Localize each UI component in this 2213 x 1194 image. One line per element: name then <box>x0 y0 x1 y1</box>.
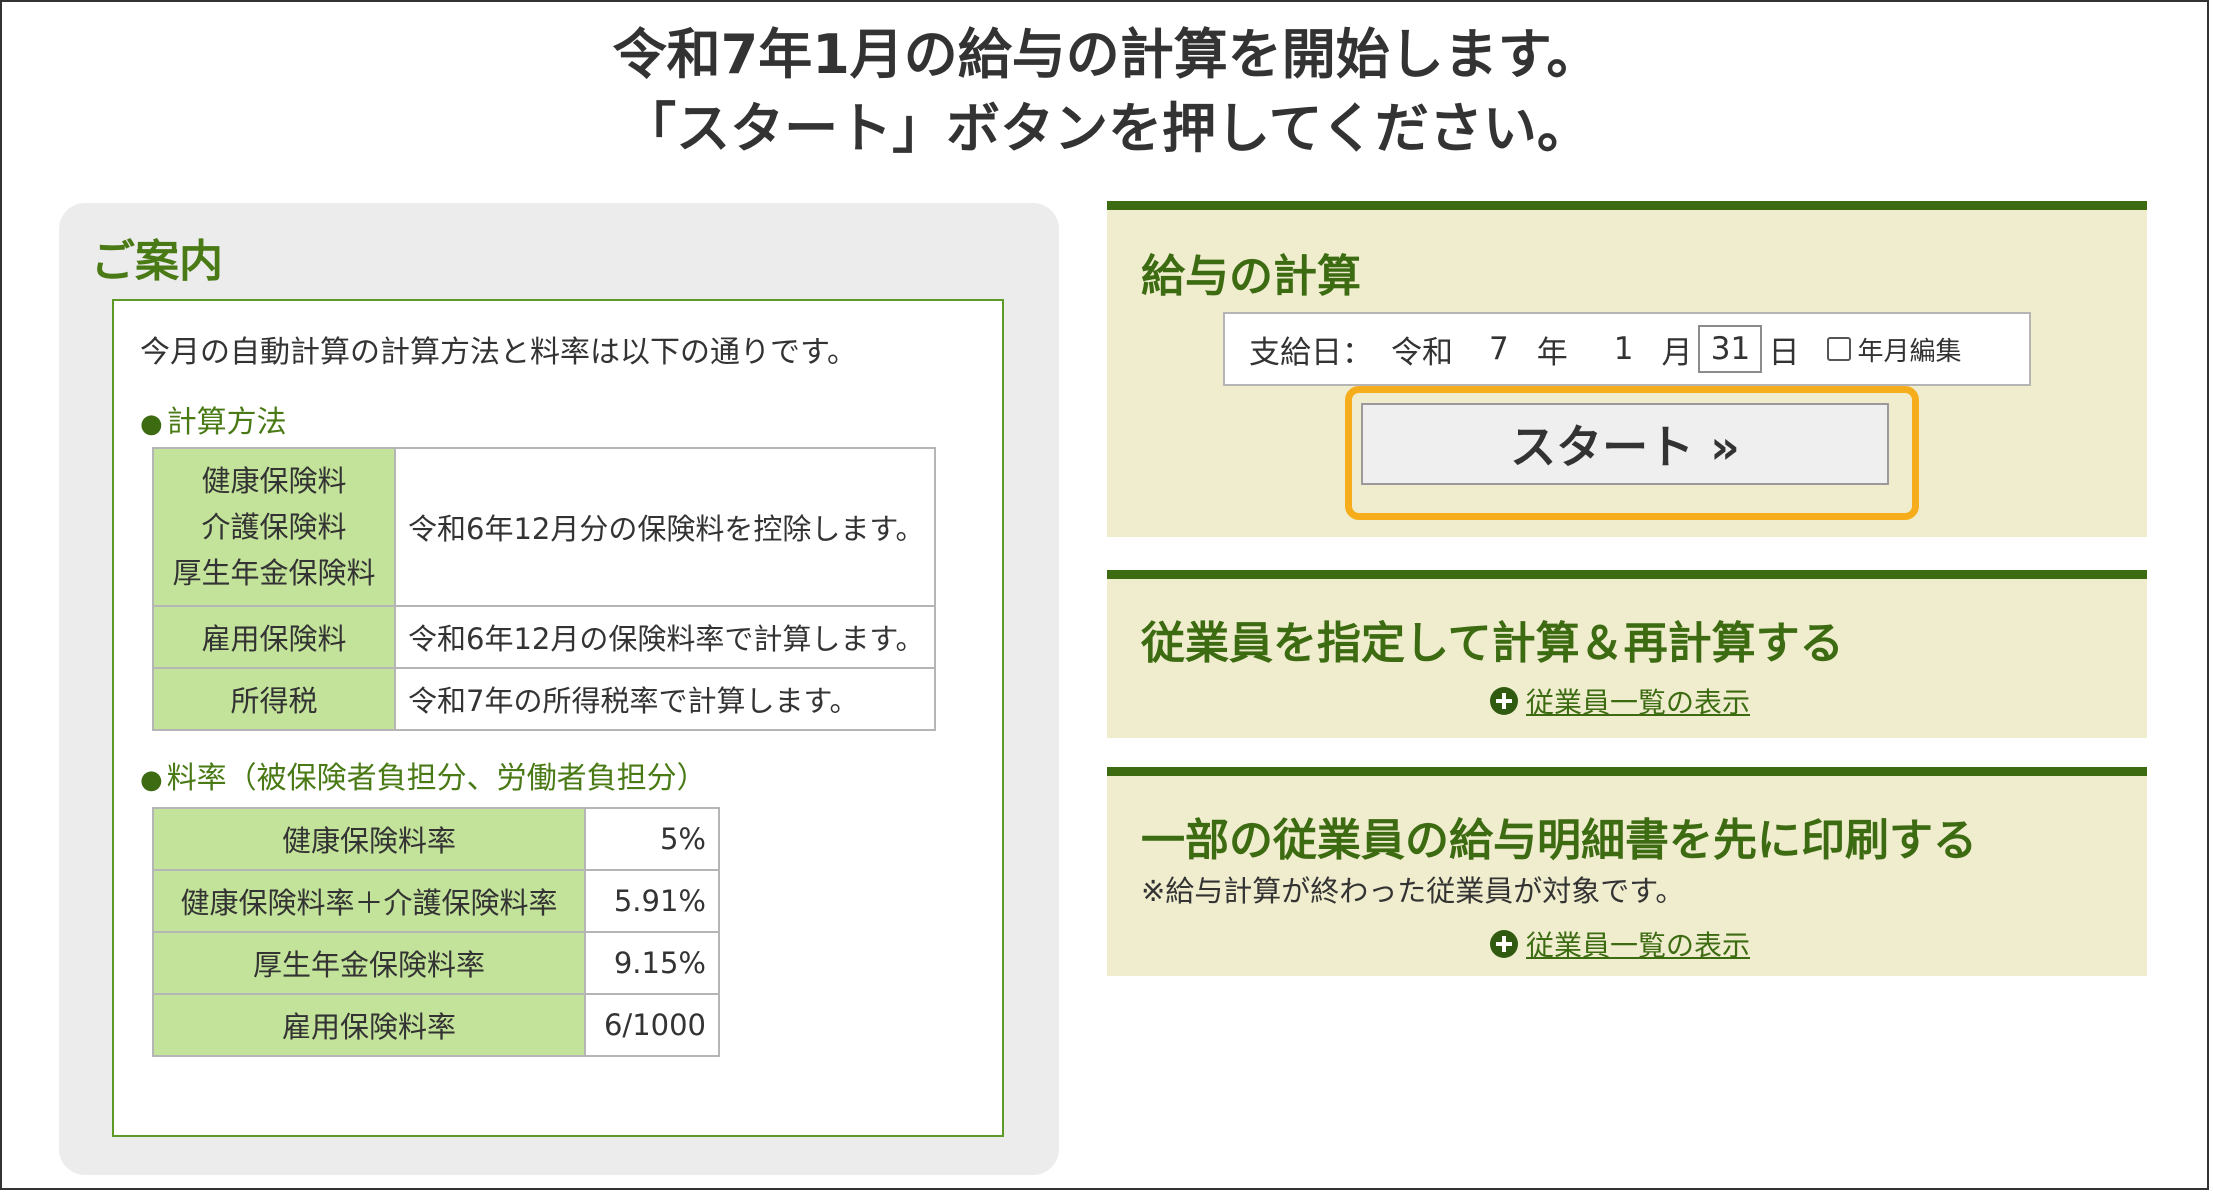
pay-date-row: 支給日： 令和 7 年 1 月 日 年月編集 <box>1223 312 2031 386</box>
label-care: 介護保険料 <box>201 510 347 544</box>
rate-value: 6/1000 <box>584 993 720 1057</box>
payroll-title: 給与の計算 <box>1141 251 1361 302</box>
label-pension: 厚生年金保険料 <box>172 556 376 590</box>
payroll-panel: 給与の計算 支給日： 令和 7 年 1 月 日 年月編集 スタート » <box>1107 201 2147 537</box>
rate-value: 9.15% <box>584 931 720 995</box>
rate-label: 雇用保険料率 <box>152 993 586 1057</box>
year-unit: 年 <box>1536 334 1568 371</box>
recalc-panel: 従業員を指定して計算＆再計算する 従業員一覧の表示 <box>1107 570 2147 738</box>
table-row: 厚生年金保険料率 9.15% <box>152 931 720 995</box>
headline-line2: 「スタート」ボタンを押してください。 <box>622 97 1591 160</box>
headline-line1: 令和7年1月の給与の計算を開始します。 <box>612 23 1601 86</box>
method-value: 令和6年12月分の保険料を控除します。 <box>394 447 936 607</box>
rate-label: 健康保険料率 <box>152 807 586 871</box>
guide-panel: ご案内 今月の自動計算の計算方法と料率は以下の通りです。 ● 計算方法 健康保険料… <box>59 203 1059 1175</box>
recalc-employee-list-link[interactable]: 従業員一覧の表示 <box>1490 681 1750 721</box>
table-row: 健康保険料率＋介護保険料率 5.91% <box>152 869 720 933</box>
method-value: 令和6年12月の保険料率で計算します。 <box>394 605 936 669</box>
method-label-employment: 雇用保険料 <box>152 605 396 669</box>
method-heading-text: 計算方法 <box>166 405 287 440</box>
day-input[interactable] <box>1698 325 1763 373</box>
rate-value: 5% <box>584 807 720 871</box>
edit-year-month-label[interactable]: 年月編集 <box>1857 331 1961 368</box>
plus-circle-icon <box>1490 687 1518 715</box>
rate-table: 健康保険料率 5% 健康保険料率＋介護保険料率 5.91% 厚生年金保険料率 9… <box>152 807 720 1057</box>
recalc-title: 従業員を指定して計算＆再計算する <box>1141 618 1844 669</box>
rate-heading-text: 料率（被保険者負担分、労働者負担分） <box>166 761 707 796</box>
method-heading: ● 計算方法 <box>140 397 287 441</box>
day-unit: 日 <box>1768 334 1800 371</box>
era-text: 令和 <box>1391 334 1453 371</box>
page-headline: 令和7年1月の給与の計算を開始します。 「スタート」ボタンを押してください。 <box>0 18 2213 166</box>
rate-label: 健康保険料率＋介護保険料率 <box>152 869 586 933</box>
guide-content: 今月の自動計算の計算方法と料率は以下の通りです。 ● 計算方法 健康保険料 介護保… <box>112 299 1004 1137</box>
year-value: 7 <box>1489 331 1509 367</box>
print-link-text[interactable]: 従業員一覧の表示 <box>1526 924 1750 964</box>
table-row: 健康保険料率 5% <box>152 807 720 871</box>
rate-value: 5.91% <box>584 869 720 933</box>
method-label-income-tax: 所得税 <box>152 667 396 731</box>
month-unit: 月 <box>1661 334 1693 371</box>
start-button[interactable]: スタート » <box>1361 403 1889 485</box>
label-health: 健康保険料 <box>201 464 347 498</box>
plus-circle-icon <box>1490 930 1518 958</box>
recalc-link-text[interactable]: 従業員一覧の表示 <box>1526 681 1750 721</box>
table-row: 雇用保険料率 6/1000 <box>152 993 720 1057</box>
print-note: ※給与計算が終わった従業員が対象です。 <box>1141 874 1685 908</box>
rate-heading: ● 料率（被保険者負担分、労働者負担分） <box>140 753 707 797</box>
print-title: 一部の従業員の給与明細書を先に印刷する <box>1141 815 1977 866</box>
pay-date-label: 支給日： <box>1249 334 1373 371</box>
print-employee-list-link[interactable]: 従業員一覧の表示 <box>1490 924 1750 964</box>
rate-label: 厚生年金保険料率 <box>152 931 586 995</box>
method-value: 令和7年の所得税率で計算します。 <box>394 667 936 731</box>
bullet-icon: ● <box>140 409 163 439</box>
table-row: 健康保険料 介護保険料 厚生年金保険料 令和6年12月分の保険料を控除します。 <box>152 447 936 607</box>
edit-year-month-checkbox[interactable] <box>1827 337 1852 361</box>
method-table: 健康保険料 介護保険料 厚生年金保険料 令和6年12月分の保険料を控除します。 … <box>152 447 936 731</box>
table-row: 所得税 令和7年の所得税率で計算します。 <box>152 667 936 731</box>
method-label-insurance: 健康保険料 介護保険料 厚生年金保険料 <box>152 447 396 607</box>
bullet-icon: ● <box>140 765 163 795</box>
print-panel: 一部の従業員の給与明細書を先に印刷する ※給与計算が終わった従業員が対象です。 … <box>1107 767 2147 976</box>
month-value: 1 <box>1613 331 1634 367</box>
guide-intro: 今月の自動計算の計算方法と料率は以下の通りです。 <box>140 335 857 370</box>
table-row: 雇用保険料 令和6年12月の保険料率で計算します。 <box>152 605 936 669</box>
guide-title: ご案内 <box>91 236 223 287</box>
